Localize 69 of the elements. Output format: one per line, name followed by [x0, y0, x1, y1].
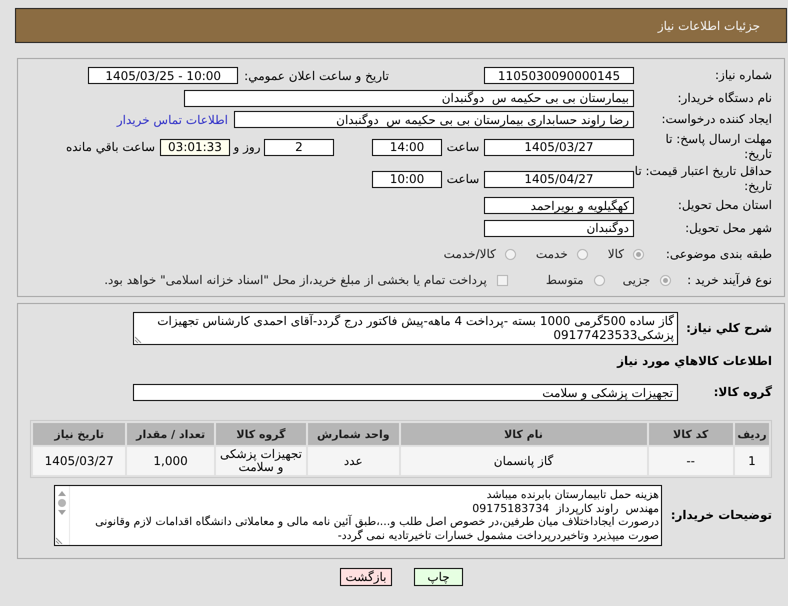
column-header: تاریخ نیاز — [33, 423, 126, 445]
table-cell: گاز پانسمان — [400, 447, 647, 475]
radio-label: کالا — [608, 246, 624, 263]
field-label: مهلت ارسال پاسخ: تا تاریخ: — [665, 132, 772, 161]
field-label: ایجاد کننده درخواست: — [661, 112, 772, 126]
field-label: ساعت — [446, 171, 480, 188]
days-remaining-field[interactable]: 2 — [264, 138, 334, 156]
table-cell: -- — [648, 447, 733, 475]
radio-button[interactable] — [633, 248, 644, 260]
field-label: شرح کلي نیاز: — [686, 321, 772, 335]
table-cell: 1 — [734, 447, 769, 475]
section-heading: اطلاعات کالاهاي مورد نياز — [617, 354, 772, 368]
field-label: نوع فرآیند خرید : — [687, 272, 772, 286]
column-header: ردیف — [734, 423, 769, 445]
column-header: واحد شمارش — [308, 423, 398, 445]
column-header: کد کالا — [648, 423, 733, 445]
resize-grip-icon[interactable] — [135, 336, 142, 343]
page-title: جزئیات اطلاعات نیاز — [658, 18, 760, 34]
field-label: تاريخ و ساعت اعلان عمومي: — [244, 68, 389, 84]
table-cell: تجهیزات پزشکی و سلامت — [216, 447, 306, 475]
column-header: تعداد / مقدار — [127, 423, 214, 445]
scroll-up-icon[interactable] — [58, 491, 66, 496]
description-field[interactable]: گاز ساده 500گرمی 1000 بسته -پرداخت 4 ماهه-پیش فاکتور درج گردد-آقای احمدی کارشناس تجهیزات پزشکی09177423533 — [133, 312, 678, 345]
city-field[interactable]: دوگنبدان — [484, 220, 634, 236]
column-header: نام کالا — [400, 423, 647, 445]
radio-label: جزیی — [622, 272, 650, 289]
field-label: توضیحات خریدار: — [670, 508, 772, 522]
radio-button[interactable] — [660, 274, 671, 286]
back-button[interactable]: بازگشت — [340, 568, 392, 586]
radio-button[interactable] — [576, 248, 588, 260]
radio-label: خدمت — [536, 246, 568, 263]
radio-button[interactable] — [594, 274, 605, 286]
field-label: استان محل تحویل: — [678, 198, 772, 212]
requester-field[interactable]: رضا راوند حسابداری بیمارستان بی بی حکیمه س دوگنبدان — [234, 111, 634, 128]
price-validity-date-field[interactable]: 1405/04/27 — [484, 170, 634, 188]
field-label: شهر محل تحویل: — [685, 220, 772, 234]
table-cell: 1405/03/27 — [33, 447, 126, 475]
field-label: گروه کالا: — [714, 385, 772, 399]
field-label: ساعت — [446, 139, 480, 156]
buyer-contact-link[interactable]: اطلاعات تماس خریدار — [116, 110, 228, 128]
print-button[interactable]: چاپ — [414, 568, 463, 586]
field-label: ساعت باقي مانده — [66, 139, 155, 156]
buyer-notes-field[interactable]: هزینه حمل تابیمارستان بابرنده میباشد مهندس راوند کارپرداز 09175183734 درصورت ایجاداختلاف میان طرفین،در خصوص اصل طلب و...،طبق آئین نامه مالی و معاملاتی دانشگاه اقدامات لازم وقانونی صورت میپذیرد وتاخیردرپرداخت مشمول خسارات تاخیرتادیه نمی گردد- — [54, 485, 662, 546]
checkbox[interactable] — [496, 274, 508, 286]
column-header: گروه کالا — [216, 423, 306, 445]
announcement-date-field[interactable]: 1405/03/25 - 10:00 — [88, 67, 238, 84]
scroll-down-icon[interactable] — [58, 510, 66, 515]
checkbox-label: پرداخت تمام یا بخشی از مبلغ خرید،از محل "اسناد خزانه اسلامی" خواهد بود. — [104, 272, 487, 289]
province-field[interactable]: کهگیلویه و بویراحمد — [484, 197, 634, 214]
deadline-date-field[interactable]: 1405/03/27 — [484, 138, 634, 156]
time-remaining-field[interactable]: 03:01:33 — [160, 138, 230, 156]
radio-label: متوسط — [546, 272, 584, 289]
table-cell: 1,000 — [127, 447, 214, 475]
field-label: نام دستگاه خریدار: — [678, 90, 772, 104]
field-label: روز و — [234, 139, 260, 156]
radio-label: کالا/خدمت — [444, 246, 496, 263]
scroll-thumb-icon[interactable] — [58, 499, 66, 507]
scrollbar[interactable] — [55, 486, 70, 545]
buyer-organization-field[interactable]: بیمارستان بی بی حکیمه س دوگنبدان — [184, 90, 634, 106]
field-label: طبقه بندی موضوعی: — [666, 246, 772, 260]
field-label: شماره نیاز: — [715, 68, 772, 82]
field-label: حداقل تاریخ اعتبار قیمت: تا تاریخ: — [634, 164, 772, 193]
resize-grip-icon[interactable] — [56, 537, 63, 544]
need-number-field[interactable]: 1105030090000145 — [484, 67, 634, 84]
price-validity-time-field[interactable]: 10:00 — [372, 170, 442, 188]
deadline-time-field[interactable]: 14:00 — [372, 138, 442, 156]
radio-button[interactable] — [504, 248, 516, 260]
goods-group-field[interactable]: تجهیزات پزشکی و سلامت — [133, 384, 678, 401]
table-cell: عدد — [308, 447, 398, 475]
